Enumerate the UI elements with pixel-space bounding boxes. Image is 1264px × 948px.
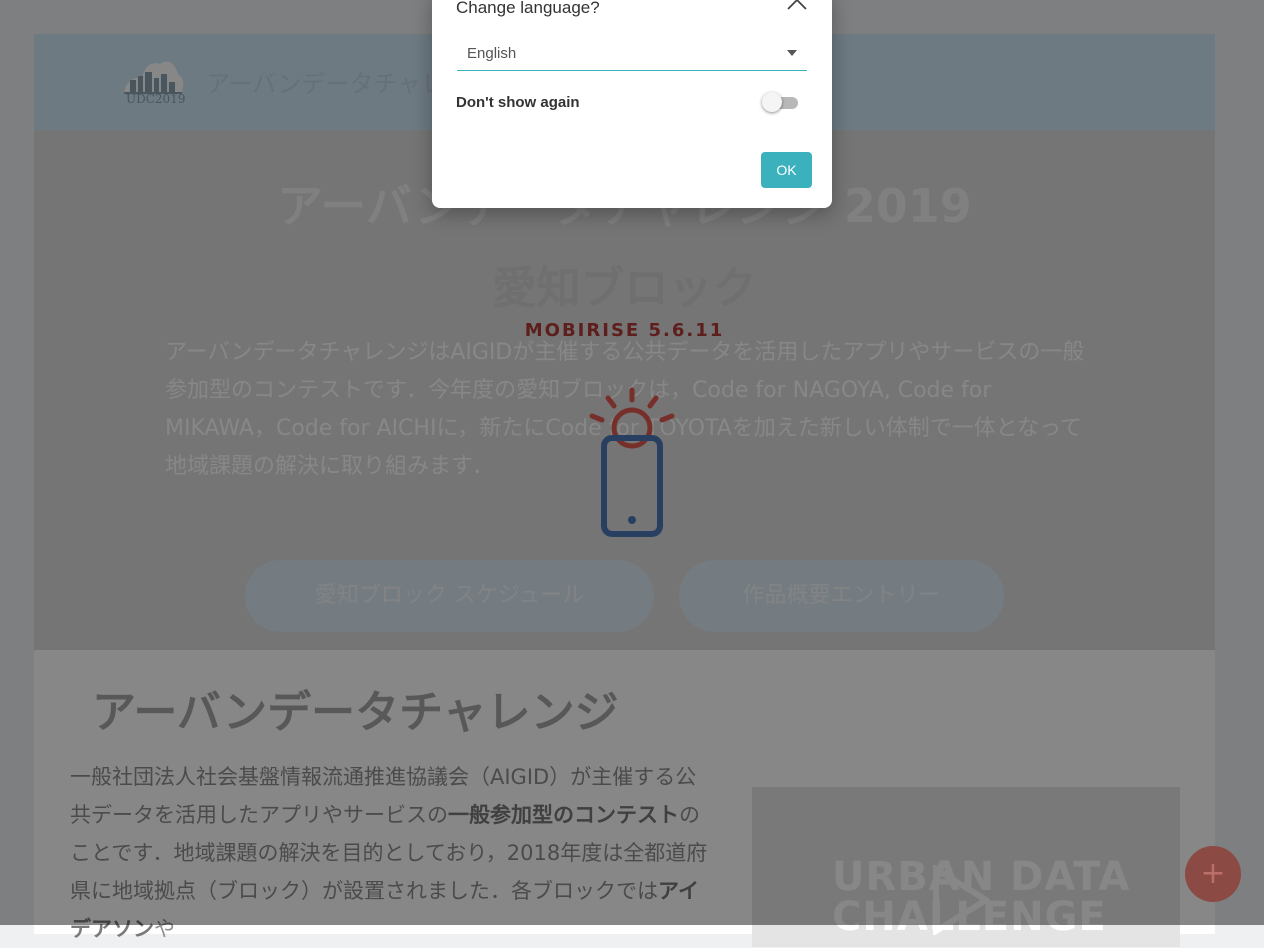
toggle-knob	[762, 92, 782, 112]
dont-show-again-label: Don't show again	[456, 94, 580, 111]
chevron-up-icon[interactable]	[786, 0, 808, 12]
dialog-title: Change language?	[456, 0, 600, 17]
language-dialog: Change language? English Don't show agai…	[432, 0, 832, 208]
language-select-value: English	[467, 45, 517, 62]
add-fab-button[interactable]: +	[1185, 846, 1241, 902]
ok-button[interactable]: OK	[761, 152, 812, 188]
page: UDC2019 アーバンデータチャレンジ アーバンデータチャレンジ 2019 愛…	[0, 0, 1264, 947]
caret-down-icon	[787, 50, 797, 56]
language-select[interactable]: English	[457, 42, 807, 71]
dont-show-again-toggle[interactable]	[762, 92, 800, 114]
